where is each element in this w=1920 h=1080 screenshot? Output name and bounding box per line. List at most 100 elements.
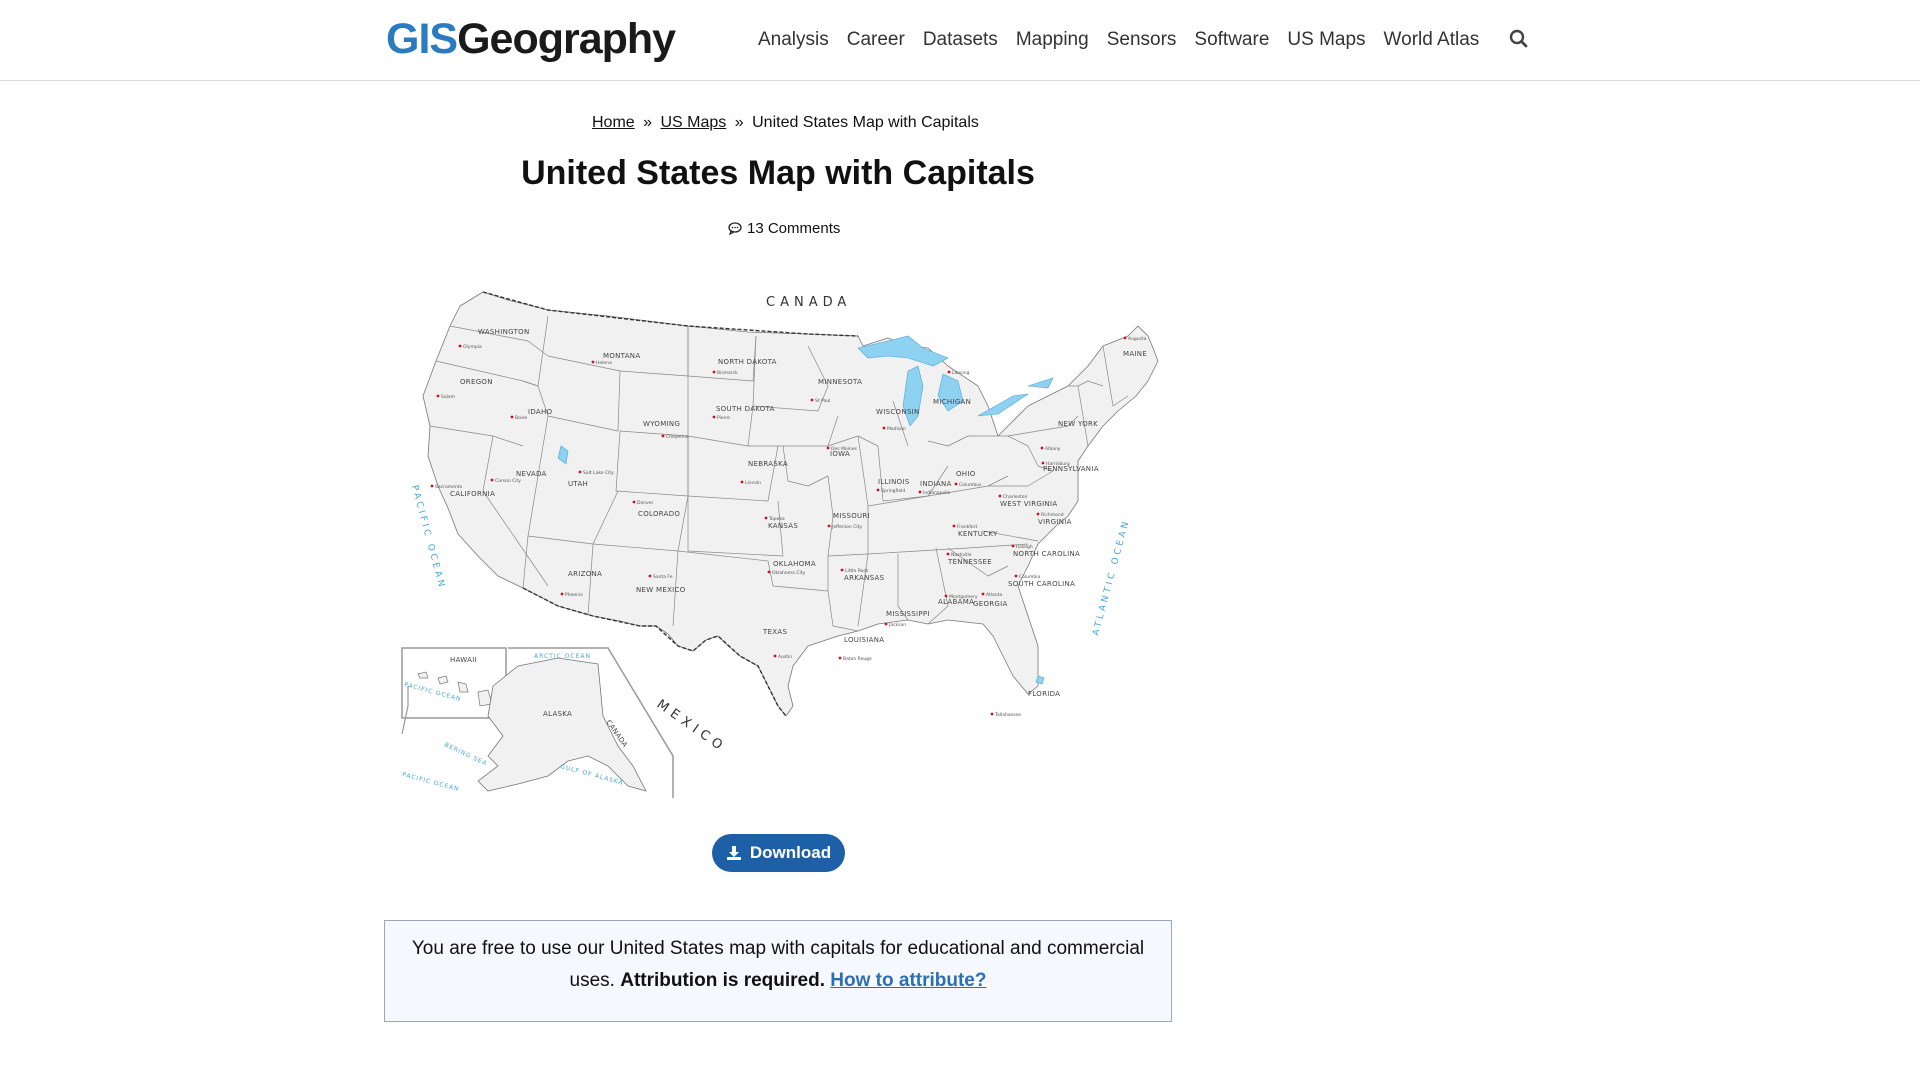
capital-label: Topeka [768, 516, 785, 522]
state-label: OREGON [460, 378, 493, 386]
state-label: SOUTH DAKOTA [716, 405, 775, 413]
inset-label-hawaii: HAWAII [450, 656, 477, 664]
capital-marker [944, 594, 948, 598]
capital-label: Little Rock [845, 568, 869, 574]
capital-label: Pierre [717, 415, 730, 421]
breadcrumb-current: United States Map with Capitals [752, 114, 979, 131]
capital-label: Austin [778, 654, 792, 660]
state-label: CALIFORNIA [450, 490, 495, 498]
state-label: IDAHO [528, 408, 553, 416]
state-label: MICHIGAN [933, 398, 971, 406]
nav-datasets[interactable]: Datasets [923, 26, 998, 54]
capital-marker [838, 656, 842, 660]
state-label: MINNESOTA [818, 378, 862, 386]
capital-label: Columbus [959, 482, 982, 488]
state-label: NEW MEXICO [636, 586, 686, 594]
capital-marker [981, 592, 985, 596]
ocean-label-atlantic: ATLANTIC OCEAN [1091, 518, 1132, 637]
nav-software[interactable]: Software [1194, 26, 1269, 54]
state-label: MAINE [1123, 350, 1147, 358]
state-label: ARKANSAS [844, 574, 885, 582]
state-label: INDIANA [920, 480, 952, 488]
capital-marker [648, 574, 652, 578]
capital-label: Harrisburg [1046, 461, 1070, 467]
state-label: MISSISSIPPI [886, 610, 930, 618]
ocean-label-arctic: ARCTIC OCEAN [534, 653, 591, 660]
capital-label: Phoenix [565, 592, 583, 598]
download-button[interactable]: Download [712, 834, 845, 872]
capital-marker [560, 592, 564, 596]
breadcrumb-us-maps[interactable]: US Maps [661, 114, 727, 131]
capital-label: Frankfort [957, 524, 978, 530]
capital-marker [1011, 544, 1015, 548]
capital-marker [810, 398, 814, 402]
state-label: GEORGIA [973, 600, 1008, 608]
main-nav: Analysis Career Datasets Mapping Sensors… [758, 26, 1497, 54]
capital-label: Oklahoma City [772, 570, 805, 576]
capital-marker [840, 568, 844, 572]
nav-sensors[interactable]: Sensors [1107, 26, 1177, 54]
country-label-canada: CANADA [766, 295, 851, 310]
site-header: GISGeography Analysis Career Datasets Ma… [0, 0, 1920, 81]
capital-label: Cheyenne [666, 434, 689, 440]
capital-label: Denver [637, 500, 654, 506]
capital-marker [827, 524, 831, 528]
attribution-link[interactable]: How to attribute? [830, 970, 986, 991]
nav-analysis[interactable]: Analysis [758, 26, 829, 54]
capital-marker [1040, 446, 1044, 450]
capital-label: Boise [515, 415, 527, 421]
search-icon [1509, 29, 1528, 48]
breadcrumb: Home » US Maps » United States Map with … [592, 114, 979, 132]
capital-marker [458, 344, 462, 348]
capital-marker [578, 470, 582, 474]
capital-label: Carson City [495, 478, 521, 484]
capital-marker [947, 370, 951, 374]
state-label: OKLAHOMA [773, 560, 816, 568]
breadcrumb-home[interactable]: Home [592, 114, 635, 131]
capital-label: Albany [1045, 446, 1061, 452]
page-title: United States Map with Capitals [521, 154, 1035, 192]
state-label: NEBRASKA [748, 460, 788, 468]
search-button[interactable] [1508, 28, 1530, 50]
state-label: WYOMING [643, 420, 680, 428]
nav-career[interactable]: Career [847, 26, 905, 54]
capital-marker [1014, 574, 1018, 578]
state-label: NEW YORK [1058, 420, 1098, 428]
capital-label: Olympia [463, 344, 482, 350]
breadcrumb-separator: » [643, 114, 653, 131]
capital-marker [954, 482, 958, 486]
state-label: NORTH DAKOTA [718, 358, 777, 366]
nav-world-atlas[interactable]: World Atlas [1384, 26, 1480, 54]
capital-marker [430, 484, 434, 488]
state-label: WEST VIRGINIA [1000, 500, 1057, 508]
capital-marker [952, 524, 956, 528]
capital-label: St Paul [815, 398, 830, 404]
capital-label: Springfield [881, 488, 905, 494]
ocean-label-pacific: PACIFIC OCEAN [409, 484, 447, 591]
capital-marker [632, 500, 636, 504]
capital-label: Salem [441, 394, 455, 400]
capital-marker [764, 516, 768, 520]
capital-label: Madison [887, 426, 906, 432]
capital-marker [876, 488, 880, 492]
nav-us-maps[interactable]: US Maps [1287, 26, 1365, 54]
capital-marker [946, 552, 950, 556]
capital-label: Columbia [1019, 574, 1040, 580]
capital-marker [990, 712, 994, 716]
logo-geography: Geography [457, 15, 676, 63]
capital-label: Jackson [888, 622, 906, 628]
capital-label: Raleigh [1016, 544, 1033, 550]
capital-marker [510, 415, 514, 419]
nav-mapping[interactable]: Mapping [1016, 26, 1089, 54]
state-label: SOUTH CAROLINA [1008, 580, 1075, 588]
state-label: MISSOURI [833, 512, 870, 520]
site-logo[interactable]: GISGeography [386, 14, 676, 64]
capital-marker [712, 370, 716, 374]
state-label: VIRGINIA [1038, 518, 1072, 526]
state-label: WISCONSIN [876, 408, 920, 416]
state-label: KANSAS [768, 522, 798, 530]
comments-link[interactable]: 13 Comments [728, 220, 840, 237]
capital-label: Bismarck [717, 370, 738, 376]
state-label: FLORIDA [1028, 690, 1060, 698]
capital-label: Sacramento [435, 484, 462, 490]
